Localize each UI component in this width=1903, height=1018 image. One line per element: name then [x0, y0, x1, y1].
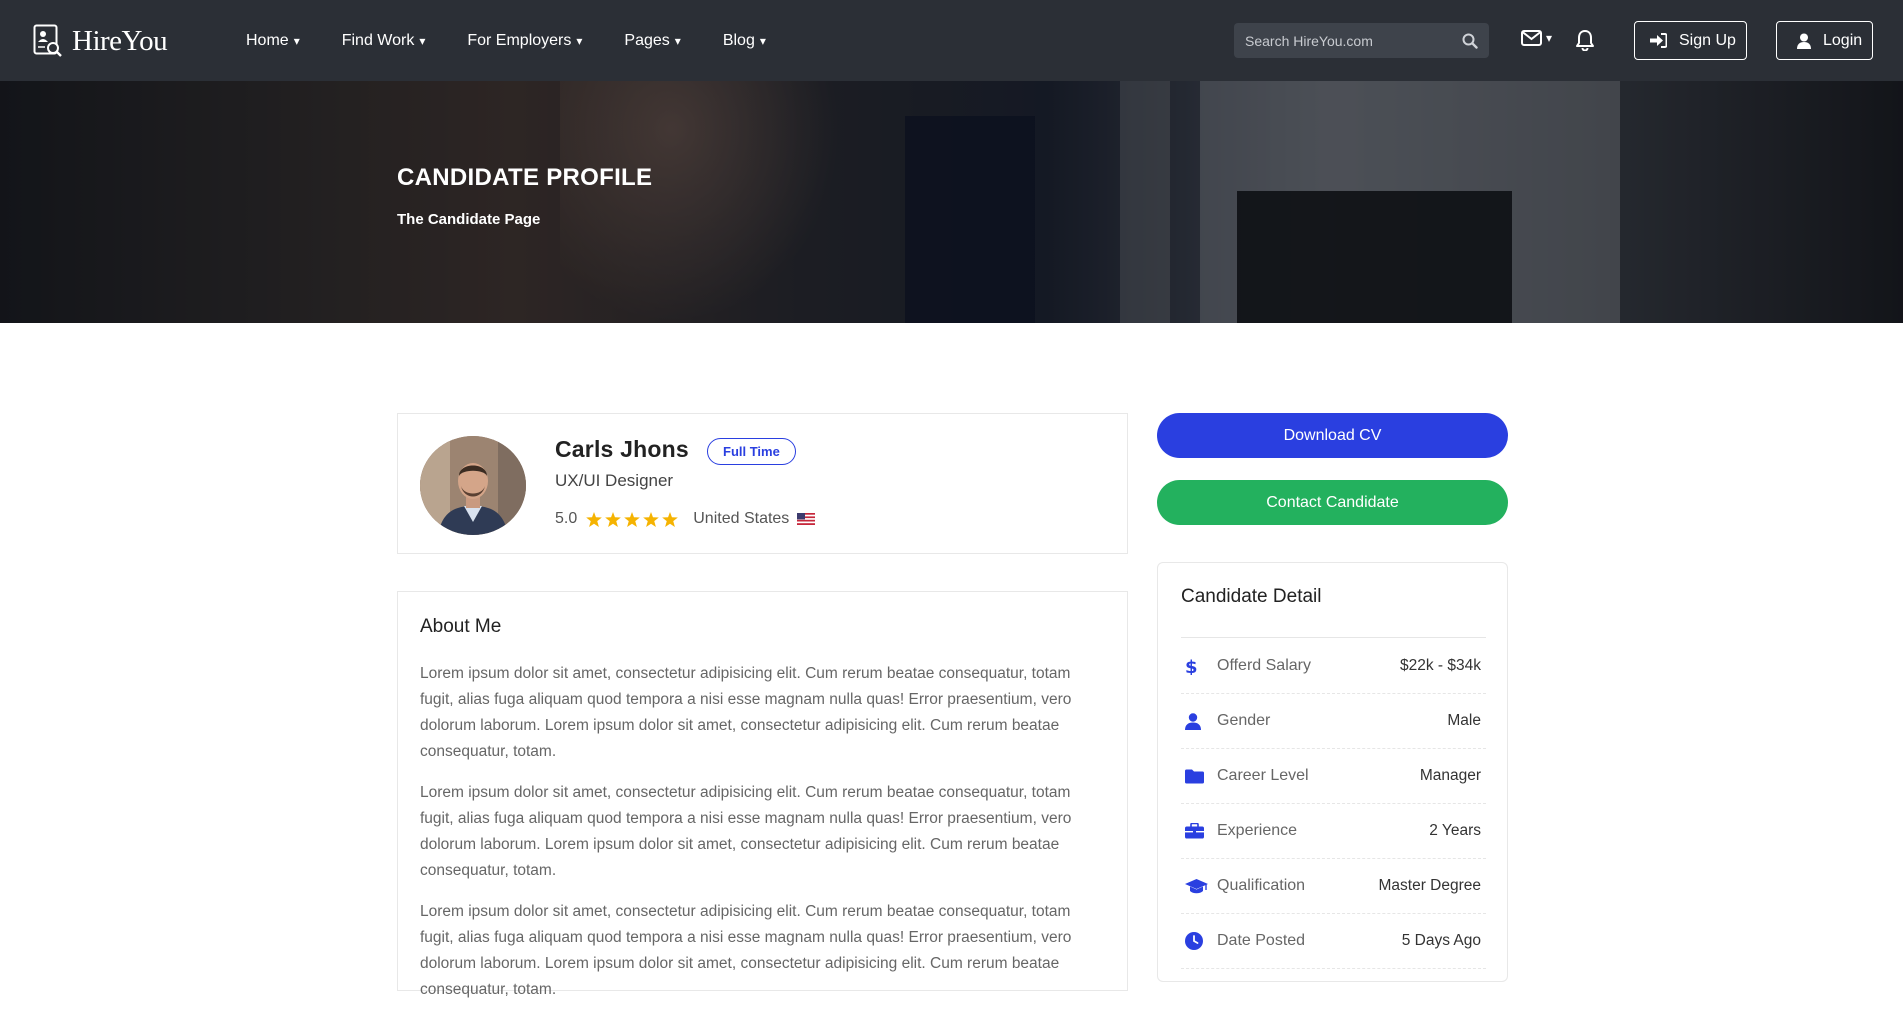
detail-row-career-level: Career Level Manager: [1181, 749, 1486, 804]
top-navbar: HireYou Home ▾ Find Work ▾ For Employers ▾ …: [0, 0, 1903, 81]
page-title: CANDIDATE PROFILE: [397, 164, 653, 191]
star-icon: [662, 511, 679, 527]
us-flag-icon: [797, 513, 816, 525]
notifications-button[interactable]: [1575, 29, 1595, 56]
chevron-down-icon: ▾: [674, 33, 681, 48]
nav-find-work-label: Find Work: [341, 31, 415, 49]
avatar: [420, 436, 526, 535]
page-subtitle: The Candidate Page: [397, 211, 541, 228]
messages-dropdown[interactable]: ▾: [1521, 30, 1552, 46]
sign-up-button[interactable]: Sign Up: [1634, 21, 1747, 60]
search-icon: [1462, 33, 1478, 49]
candidate-country: United States: [693, 510, 790, 527]
candidate-summary-card: Carls Jhons Full Time UX/UI Designer 5.0…: [397, 413, 1128, 554]
user-icon: [1797, 33, 1811, 49]
clock-icon: [1185, 932, 1211, 950]
chevron-down-icon: ▾: [759, 33, 766, 48]
nav-for-employers[interactable]: For Employers ▾: [467, 32, 582, 50]
detail-label: Offerd Salary: [1217, 657, 1311, 674]
candidate-title: UX/UI Designer: [555, 471, 674, 490]
brand-name: HireYou: [72, 24, 168, 57]
nav-home[interactable]: Home ▾: [246, 32, 300, 50]
login-button[interactable]: Login: [1776, 21, 1873, 60]
login-label: Login: [1823, 31, 1863, 49]
brand-logo[interactable]: HireYou: [33, 24, 168, 58]
svg-text:$: $: [1185, 657, 1197, 675]
nav-find-work[interactable]: Find Work ▾: [342, 32, 426, 50]
nav-pages-label: Pages: [624, 31, 670, 49]
user-icon: [1185, 712, 1211, 730]
nav-blog-label: Blog: [722, 31, 755, 49]
star-icon: [643, 511, 660, 527]
detail-row-qualification: Qualification Master Degree: [1181, 859, 1486, 914]
graduation-cap-icon: [1185, 878, 1211, 894]
about-paragraph: Lorem ipsum dolor sit amet, consectetur …: [420, 903, 1072, 998]
detail-row-salary: $ Offerd Salary $22k - $34k: [1181, 639, 1486, 694]
folder-icon: [1185, 769, 1211, 784]
star-rating: [586, 511, 681, 527]
employment-type-badge: Full Time: [707, 438, 796, 465]
candidate-photo: [420, 436, 526, 535]
detail-value: 5 Days Ago: [1401, 932, 1481, 949]
banner-overlay: [0, 81, 1903, 323]
about-title: About Me: [420, 616, 502, 637]
contact-candidate-button[interactable]: Contact Candidate: [1157, 480, 1508, 525]
detail-list: $ Offerd Salary $22k - $34k Gender Male …: [1181, 639, 1486, 969]
star-icon: [624, 511, 641, 527]
about-paragraph: Lorem ipsum dolor sit amet, consectetur …: [420, 665, 1072, 760]
detail-value: Male: [1447, 712, 1481, 729]
search-box: [1234, 23, 1489, 58]
sign-up-label: Sign Up: [1679, 31, 1736, 49]
detail-label: Qualification: [1217, 877, 1306, 894]
download-cv-button[interactable]: Download CV: [1157, 413, 1508, 458]
detail-value: Manager: [1419, 767, 1481, 784]
detail-label: Career Level: [1217, 767, 1309, 784]
about-me-card: About Me Lorem ipsum dolor sit amet, con…: [397, 591, 1128, 998]
envelope-icon: [1521, 30, 1542, 46]
detail-row-experience: Experience 2 Years: [1181, 804, 1486, 859]
detail-title: Candidate Detail: [1181, 586, 1322, 607]
nav-pages[interactable]: Pages ▾: [624, 32, 680, 50]
chevron-down-icon: ▾: [293, 33, 300, 48]
detail-label: Date Posted: [1217, 932, 1306, 949]
detail-label: Gender: [1217, 712, 1271, 729]
candidate-detail-card: Candidate Detail $ Offerd Salary $22k - …: [1157, 562, 1508, 982]
detail-value: 2 Years: [1429, 822, 1481, 839]
star-icon: [605, 511, 622, 527]
detail-value: Master Degree: [1378, 877, 1481, 894]
search-button[interactable]: [1451, 23, 1489, 58]
candidate-name: Carls Jhons: [555, 436, 689, 462]
chevron-down-icon: ▾: [419, 33, 426, 48]
nav-blog[interactable]: Blog ▾: [723, 32, 766, 50]
detail-label: Experience: [1217, 822, 1298, 839]
about-text: Lorem ipsum dolor sit amet, consectetur …: [420, 661, 1080, 1018]
detail-value: $22k - $34k: [1400, 657, 1481, 674]
chevron-down-icon: ▾: [576, 33, 583, 48]
job-search-icon: [33, 24, 62, 57]
nav-home-label: Home: [246, 31, 289, 49]
search-input[interactable]: [1234, 23, 1451, 58]
page-banner: CANDIDATE PROFILE The Candidate Page: [0, 81, 1903, 323]
main-nav: Home ▾ Find Work ▾ For Employers ▾ Pages ▾ B…: [246, 0, 808, 81]
sign-in-icon: [1650, 33, 1667, 48]
rating-value: 5.0: [555, 510, 578, 527]
detail-row-date-posted: Date Posted 5 Days Ago: [1181, 914, 1486, 969]
divider: [1181, 637, 1486, 638]
detail-row-gender: Gender Male: [1181, 694, 1486, 749]
chevron-down-icon: ▾: [1546, 31, 1553, 45]
star-icon: [586, 511, 603, 527]
bell-icon: [1576, 30, 1594, 52]
nav-for-employers-label: For Employers: [467, 31, 572, 49]
briefcase-icon: [1185, 823, 1211, 839]
about-paragraph: Lorem ipsum dolor sit amet, consectetur …: [420, 784, 1072, 879]
rating-row: 5.0 United States: [555, 510, 816, 528]
dollar-icon: $: [1185, 657, 1211, 675]
